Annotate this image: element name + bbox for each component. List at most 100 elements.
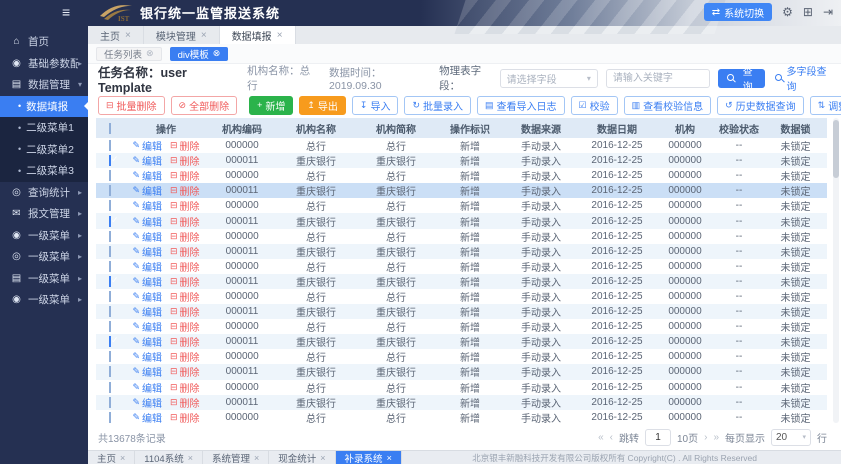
row-checkbox[interactable]: [109, 246, 111, 257]
close-icon[interactable]: ×: [125, 30, 131, 41]
edit-link[interactable]: ✎编辑: [132, 183, 162, 198]
tab-主页[interactable]: 主页×: [88, 26, 144, 44]
sidebar-item-二级菜单2[interactable]: •二级菜单2: [0, 139, 88, 161]
table-row[interactable]: ✎编辑⊟删除000000总行总行新增手动录入2016-12-25000000--…: [96, 259, 827, 274]
delete-link[interactable]: ⊟删除: [170, 304, 200, 319]
delete-link[interactable]: ⊟删除: [170, 198, 200, 213]
row-checkbox[interactable]: [109, 306, 111, 317]
table-row[interactable]: ✎编辑⊟删除000000总行总行新增手动录入2016-12-25000000--…: [96, 198, 827, 213]
delete-link[interactable]: ⊟删除: [170, 410, 200, 425]
row-checkbox[interactable]: [109, 200, 111, 211]
row-checkbox[interactable]: [109, 366, 111, 377]
delete-link[interactable]: ⊟删除: [170, 380, 200, 395]
button-查看校验信息[interactable]: ▥查看校验信息: [624, 96, 712, 115]
edit-link[interactable]: ✎编辑: [132, 138, 162, 153]
row-checkbox[interactable]: [109, 231, 111, 242]
button-导入[interactable]: ↧导入: [352, 96, 399, 115]
row-checkbox[interactable]: [109, 291, 111, 302]
delete-link[interactable]: ⊟删除: [170, 334, 200, 349]
edit-link[interactable]: ✎编辑: [132, 380, 162, 395]
close-icon[interactable]: ×: [201, 30, 207, 41]
next-page-icon[interactable]: ›: [704, 432, 707, 443]
scrollbar-thumb[interactable]: [833, 120, 839, 178]
prev-page-icon[interactable]: ‹: [610, 432, 613, 443]
edit-link[interactable]: ✎编辑: [132, 395, 162, 410]
fullscreen-icon[interactable]: ⊞: [803, 3, 813, 21]
keyword-input[interactable]: [606, 69, 710, 88]
edit-link[interactable]: ✎编辑: [132, 214, 162, 229]
button-校验[interactable]: ☑校验: [571, 96, 618, 115]
table-row[interactable]: ✎编辑⊟删除000011重庆银行重庆银行新增手动录入2016-12-250000…: [96, 395, 827, 410]
delete-link[interactable]: ⊟删除: [170, 214, 200, 229]
per-page-select[interactable]: 20▾: [771, 429, 811, 446]
delete-link[interactable]: ⊟删除: [170, 395, 200, 410]
table-row[interactable]: ✎编辑⊟删除000000总行总行新增手动录入2016-12-25000000--…: [96, 349, 827, 364]
edit-link[interactable]: ✎编辑: [132, 259, 162, 274]
row-checkbox[interactable]: [109, 140, 111, 151]
system-switch-button[interactable]: ⇄ 系统切换: [704, 3, 772, 21]
first-page-icon[interactable]: «: [598, 432, 604, 443]
sidebar-item-数据填报[interactable]: •数据填报: [0, 96, 88, 118]
edit-link[interactable]: ✎编辑: [132, 289, 162, 304]
edit-link[interactable]: ✎编辑: [132, 198, 162, 213]
collapse-menu-icon[interactable]: ≡: [62, 4, 70, 20]
delete-link[interactable]: ⊟删除: [170, 183, 200, 198]
close-circle-icon[interactable]: ⊗: [213, 48, 221, 59]
edit-link[interactable]: ✎编辑: [132, 244, 162, 259]
row-checkbox[interactable]: [109, 155, 111, 166]
table-row[interactable]: ✎编辑⊟删除000011重庆银行重庆银行新增手动录入2016-12-250000…: [96, 364, 827, 379]
edit-link[interactable]: ✎编辑: [132, 364, 162, 379]
edit-link[interactable]: ✎编辑: [132, 410, 162, 425]
button-查看导入日志[interactable]: ▤查看导入日志: [477, 96, 565, 115]
table-row[interactable]: ✎编辑⊟删除000011重庆银行重庆银行新增手动录入2016-12-250000…: [96, 334, 827, 349]
table-row[interactable]: ✎编辑⊟删除000000总行总行新增手动录入2016-12-25000000--…: [96, 410, 827, 425]
bottom-tab-1104系统[interactable]: 1104系统×: [135, 451, 203, 464]
sidebar-item-报文管理[interactable]: ✉报文管理▸: [0, 203, 88, 225]
sidebar-item-首页[interactable]: ⌂首页: [0, 31, 88, 53]
row-checkbox[interactable]: [109, 382, 111, 393]
page-number-input[interactable]: [645, 429, 671, 446]
sidebar-item-查询统计[interactable]: ◎查询统计▸: [0, 182, 88, 204]
table-row[interactable]: ✎编辑⊟删除000000总行总行新增手动录入2016-12-25000000--…: [96, 319, 827, 334]
row-checkbox[interactable]: [109, 216, 111, 227]
row-checkbox[interactable]: [109, 336, 111, 347]
button-批量录入[interactable]: ↻批量录入: [404, 96, 471, 115]
sidebar-item-二级菜单3[interactable]: •二级菜单3: [0, 160, 88, 182]
button-全部删除[interactable]: ⊘全部删除: [171, 96, 238, 115]
delete-link[interactable]: ⊟删除: [170, 229, 200, 244]
row-checkbox[interactable]: [109, 185, 111, 196]
button-调整原因[interactable]: ⇅调整原因: [810, 96, 841, 115]
table-row[interactable]: ✎编辑⊟删除000011重庆银行重庆银行新增手动录入2016-12-250000…: [96, 244, 827, 259]
edit-link[interactable]: ✎编辑: [132, 334, 162, 349]
sidebar-item-一级菜单[interactable]: ◎一级菜单▸: [0, 246, 88, 268]
button-历史数据查询[interactable]: ↺历史数据查询: [717, 96, 804, 115]
row-checkbox[interactable]: [109, 276, 111, 287]
tab-模块管理[interactable]: 模块管理×: [144, 26, 220, 44]
table-row[interactable]: ✎编辑⊟删除000011重庆银行重庆银行新增手动录入2016-12-250000…: [96, 183, 827, 198]
bottom-tab-系统管理[interactable]: 系统管理×: [203, 451, 269, 464]
close-icon[interactable]: ×: [188, 453, 193, 463]
add-button[interactable]: +新增: [249, 96, 293, 115]
delete-link[interactable]: ⊟删除: [170, 319, 200, 334]
row-checkbox[interactable]: [109, 321, 111, 332]
bottom-tab-补录系统[interactable]: 补录系统×: [336, 451, 402, 464]
delete-link[interactable]: ⊟删除: [170, 153, 200, 168]
row-checkbox[interactable]: [109, 412, 111, 423]
row-checkbox[interactable]: [109, 397, 111, 408]
multi-field-query-link[interactable]: 多字段查询: [775, 63, 831, 93]
subtab-div模板[interactable]: div模板⊗: [170, 47, 229, 61]
query-button[interactable]: 查询: [718, 69, 766, 88]
table-row[interactable]: ✎编辑⊟删除000011重庆银行重庆银行新增手动录入2016-12-250000…: [96, 153, 827, 168]
sidebar-item-一级菜单[interactable]: ◉一级菜单▸: [0, 225, 88, 247]
table-row[interactable]: ✎编辑⊟删除000000总行总行新增手动录入2016-12-25000000--…: [96, 138, 827, 153]
delete-link[interactable]: ⊟删除: [170, 259, 200, 274]
close-icon[interactable]: ×: [277, 30, 283, 41]
edit-link[interactable]: ✎编辑: [132, 168, 162, 183]
select-all-checkbox[interactable]: [109, 123, 111, 134]
sidebar-item-二级菜单1[interactable]: •二级菜单1: [0, 117, 88, 139]
field-select[interactable]: 请选择字段▾: [500, 69, 598, 88]
table-row[interactable]: ✎编辑⊟删除000000总行总行新增手动录入2016-12-25000000--…: [96, 289, 827, 304]
bottom-tab-主页[interactable]: 主页×: [88, 451, 135, 464]
delete-link[interactable]: ⊟删除: [170, 364, 200, 379]
edit-link[interactable]: ✎编辑: [132, 304, 162, 319]
